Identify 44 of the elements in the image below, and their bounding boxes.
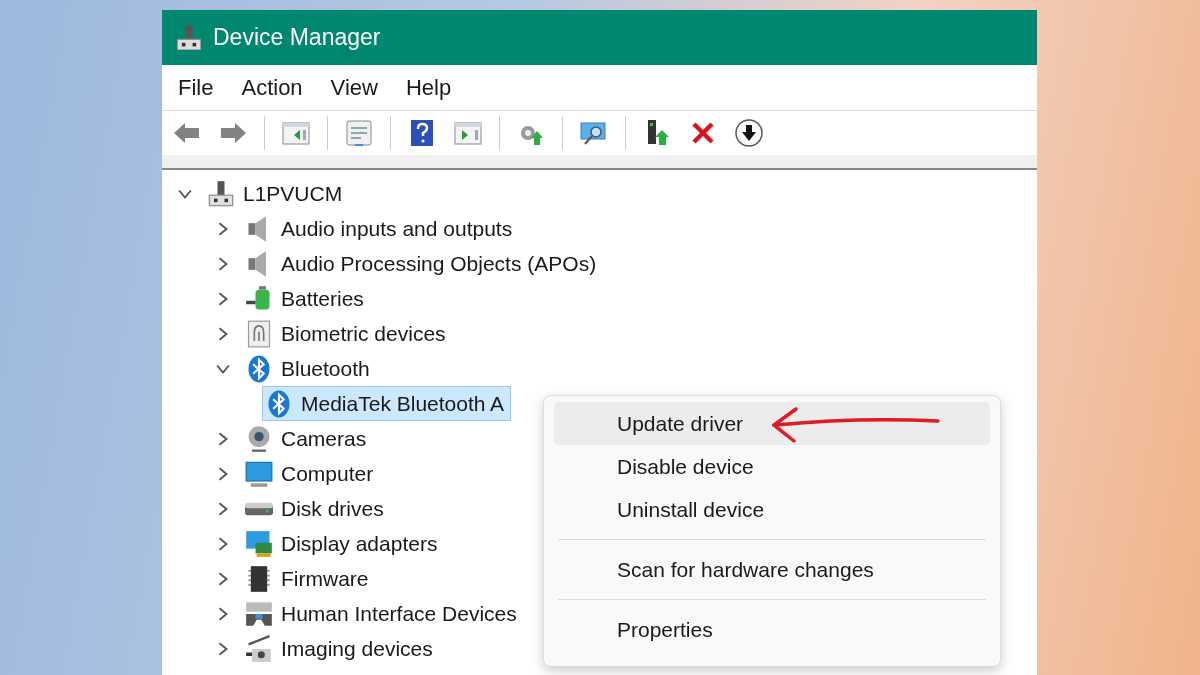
document-icon (343, 117, 375, 149)
monitor-icon (245, 529, 273, 558)
tree-item[interactable]: Audio Processing Objects (APOs) (242, 246, 604, 281)
battery-icon (245, 284, 273, 313)
tree-item[interactable]: Audio inputs and outputs (242, 211, 520, 246)
menu-item[interactable]: View (322, 70, 386, 105)
tree-item[interactable]: Cameras (242, 421, 374, 456)
context-menu-item[interactable]: Update driver (554, 402, 990, 445)
context-menu-item[interactable]: Properties (554, 608, 990, 651)
camera-icon (245, 634, 273, 663)
tree-item[interactable]: Firmware (242, 561, 376, 596)
context-menu-item[interactable]: Scan for hardware changes (554, 548, 990, 591)
chevron-right-icon (216, 606, 230, 621)
menu-item[interactable]: Action (233, 70, 311, 105)
chevron-right-icon (216, 501, 230, 516)
chevron-right-icon (216, 221, 230, 236)
chevron-right-icon (216, 536, 230, 551)
fingerprint-icon (245, 319, 273, 348)
tree-item[interactable]: Imaging devices (242, 631, 440, 666)
tree-item[interactable]: Disk drives (242, 491, 391, 526)
context-menu-item[interactable]: Disable device (554, 445, 990, 488)
menu-item[interactable]: Help (397, 70, 460, 105)
chevron-right-icon (216, 291, 230, 306)
monitor-icon (245, 459, 273, 488)
chevron-right-icon (216, 641, 230, 656)
tree-item[interactable]: Batteries (242, 281, 371, 316)
chevron-right-icon (216, 571, 230, 586)
disk-drive-icon (245, 500, 273, 517)
chevron-right-icon (216, 466, 230, 481)
tree-item[interactable]: MediaTek Bluetooth A (262, 386, 512, 421)
tree-item[interactable]: Bluetooth (242, 351, 377, 386)
tree-item[interactable]: L1PVUCM (204, 176, 350, 211)
computer-icon (177, 25, 201, 50)
context-menu-item[interactable]: Uninstall device (554, 488, 990, 531)
tree-item[interactable]: Human Interface Devices (242, 596, 524, 631)
tree-item[interactable]: Computer (242, 456, 381, 491)
chevron-right-icon (216, 326, 230, 341)
menu-item[interactable]: File (170, 70, 222, 105)
tree-item[interactable]: Display adapters (242, 526, 445, 561)
tree-item[interactable]: Biometric devices (242, 316, 453, 351)
chevron-right-icon (216, 256, 230, 271)
computer-icon (207, 179, 235, 208)
window-title: Device Manager (213, 24, 381, 51)
chevron-right-icon (216, 431, 230, 446)
